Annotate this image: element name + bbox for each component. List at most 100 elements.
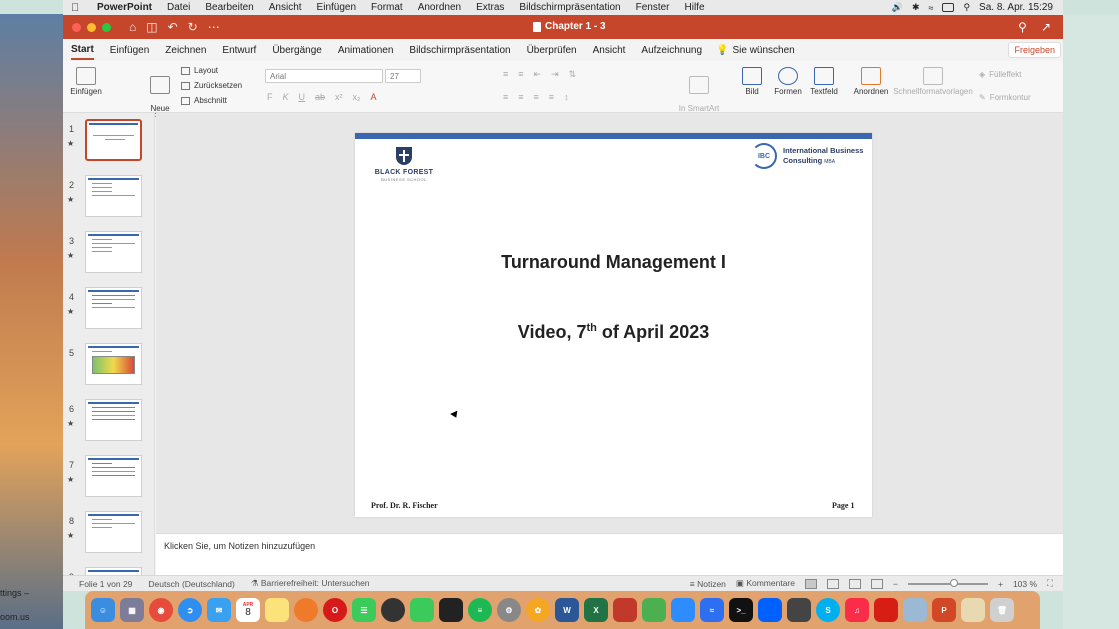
undo-icon[interactable]: ↶: [168, 20, 178, 34]
mail-icon[interactable]: ✉: [207, 598, 231, 622]
zoom-icon[interactable]: [671, 598, 695, 622]
wifi-icon[interactable]: ≈: [929, 3, 934, 13]
sonos-icon[interactable]: [439, 598, 463, 622]
system-settings-icon[interactable]: ⚙: [497, 598, 521, 622]
slide-thumbnail[interactable]: 5: [63, 343, 154, 395]
photos-icon[interactable]: ✿: [526, 598, 550, 622]
slide-thumbnail[interactable]: 1 ★: [63, 119, 154, 171]
fill-effect-button[interactable]: ◈ Fülleffekt: [979, 70, 1021, 79]
menu-fenster[interactable]: Fenster: [636, 2, 670, 13]
chrome-icon[interactable]: ◉: [149, 598, 173, 622]
slide-thumbnail[interactable]: 2 ★: [63, 175, 154, 227]
justify-icon[interactable]: ≡: [549, 92, 554, 102]
tab-ueberpruefen[interactable]: Überprüfen: [527, 45, 577, 56]
apple-icon[interactable]: : [71, 2, 85, 14]
downloads-folder-icon[interactable]: [903, 598, 927, 622]
bullets-icon[interactable]: ≡: [503, 69, 508, 80]
menu-bearbeiten[interactable]: Bearbeiten: [205, 2, 253, 13]
tab-einfuegen[interactable]: Einfügen: [110, 45, 149, 56]
share-button[interactable]: Freigeben: [1008, 42, 1061, 58]
current-slide[interactable]: BLACK FOREST BUSINESS SCHOOL IBC Interna…: [355, 133, 872, 517]
dropbox-icon[interactable]: [758, 598, 782, 622]
redo-icon[interactable]: ↻: [188, 20, 198, 34]
slide-thumbnail[interactable]: 6 ★: [63, 399, 154, 451]
tab-zeichnen[interactable]: Zeichnen: [165, 45, 206, 56]
safari-icon[interactable]: ➲: [178, 598, 202, 622]
search-icon[interactable]: ⚲: [1018, 20, 1027, 34]
notes-pane[interactable]: Klicken Sie, um Notizen hinzuzufügen: [156, 533, 1063, 575]
more-icon[interactable]: ⋯: [208, 20, 220, 34]
underline-icon[interactable]: U: [299, 92, 306, 102]
language-indicator[interactable]: Deutsch (Deutschland): [148, 579, 234, 589]
text-direction-icon[interactable]: ↕: [564, 92, 569, 102]
subscript-icon[interactable]: x₂: [353, 92, 361, 102]
messages-icon[interactable]: ☰: [352, 598, 376, 622]
zoom-out-icon[interactable]: −: [893, 579, 898, 589]
home-icon[interactable]: ⌂: [129, 20, 136, 34]
notes-toggle[interactable]: ≡ Notizen: [690, 579, 726, 589]
menu-hilfe[interactable]: Hilfe: [685, 2, 705, 13]
align-right-icon[interactable]: ≡: [534, 92, 539, 102]
calendar-icon[interactable]: APR 8: [236, 598, 260, 622]
spotlight-icon[interactable]: ⚲: [963, 2, 970, 13]
align-left-icon[interactable]: ≡: [503, 92, 508, 102]
normal-view-button[interactable]: [805, 578, 817, 589]
opera-icon[interactable]: O: [323, 598, 347, 622]
notes-app-icon[interactable]: [265, 598, 289, 622]
slide-thumbnail[interactable]: 8 ★: [63, 511, 154, 563]
zoom-level[interactable]: 103 %: [1013, 579, 1037, 589]
picture-button[interactable]: Bild: [735, 67, 769, 96]
slide-title[interactable]: Turnaround Management I: [355, 252, 872, 273]
menu-app-name[interactable]: PowerPoint: [97, 2, 152, 13]
menu-bildschirmpraesentation[interactable]: Bildschirmpräsentation: [519, 2, 620, 13]
menu-anordnen[interactable]: Anordnen: [418, 2, 461, 13]
menubar-clock[interactable]: Sa. 8. Apr. 15:29: [979, 2, 1053, 13]
finder-icon[interactable]: ☺: [91, 598, 115, 622]
slide-thumbnail[interactable]: 3 ★: [63, 231, 154, 283]
slide-thumbnail[interactable]: 4 ★: [63, 287, 154, 339]
trash-icon[interactable]: 🗑: [990, 598, 1014, 622]
layout-button[interactable]: Layout: [181, 66, 218, 75]
music-icon[interactable]: ♫: [845, 598, 869, 622]
numbering-icon[interactable]: ≡: [518, 69, 523, 80]
maps-icon[interactable]: [642, 598, 666, 622]
slide-thumbnail-panel[interactable]: 1 ★ 2 ★ 3 ★ 4 ★ 5 6 ★ 7 ★ 8 ★: [63, 113, 155, 575]
powerpoint-icon[interactable]: P: [932, 598, 956, 622]
textbox-button[interactable]: Textfeld: [807, 67, 841, 96]
menu-extras[interactable]: Extras: [476, 2, 504, 13]
facetime-icon[interactable]: [410, 598, 434, 622]
terminal-icon[interactable]: >_: [729, 598, 753, 622]
menu-format[interactable]: Format: [371, 2, 403, 13]
bluetooth-icon[interactable]: ✱: [912, 2, 920, 13]
skype-icon[interactable]: S: [816, 598, 840, 622]
share-window-icon[interactable]: ↗: [1041, 20, 1051, 34]
tab-ansicht[interactable]: Ansicht: [593, 45, 626, 56]
menu-ansicht[interactable]: Ansicht: [269, 2, 302, 13]
slideshow-button[interactable]: [871, 578, 883, 589]
parallels-icon[interactable]: [613, 598, 637, 622]
paste-button[interactable]: Einfügen: [69, 67, 103, 96]
excel-icon[interactable]: X: [584, 598, 608, 622]
tell-me-search[interactable]: 💡 Sie wünschen: [716, 45, 795, 56]
superscript-icon[interactable]: x²: [335, 92, 343, 102]
zoom-in-icon[interactable]: +: [998, 579, 1003, 589]
tab-bildschirmpraesentation[interactable]: Bildschirmpräsentation: [409, 45, 510, 56]
shape-outline-button[interactable]: ✎ Formkontur: [979, 93, 1031, 102]
comments-toggle[interactable]: ▣ Kommentare: [736, 578, 795, 589]
tab-start[interactable]: Start: [71, 44, 94, 60]
shapes-button[interactable]: Formen: [771, 67, 805, 96]
volume-icon[interactable]: 🔊: [892, 2, 903, 13]
firefox-icon[interactable]: [294, 598, 318, 622]
reading-view-button[interactable]: [849, 578, 861, 589]
slide-subtitle[interactable]: Video, 7th of April 2023: [355, 322, 872, 343]
align-center-icon[interactable]: ≡: [518, 92, 523, 102]
teamviewer-icon[interactable]: ≈: [700, 598, 724, 622]
slide-editing-canvas[interactable]: BLACK FOREST BUSINESS SCHOOL IBC Interna…: [156, 113, 1063, 533]
slide-sorter-button[interactable]: [827, 578, 839, 589]
line-spacing-icon[interactable]: ⇅: [569, 69, 577, 80]
launchpad-icon[interactable]: ▦: [120, 598, 144, 622]
menu-datei[interactable]: Datei: [167, 2, 190, 13]
tab-entwurf[interactable]: Entwurf: [222, 45, 256, 56]
obs-icon[interactable]: [381, 598, 405, 622]
close-window-button[interactable]: [72, 23, 81, 32]
